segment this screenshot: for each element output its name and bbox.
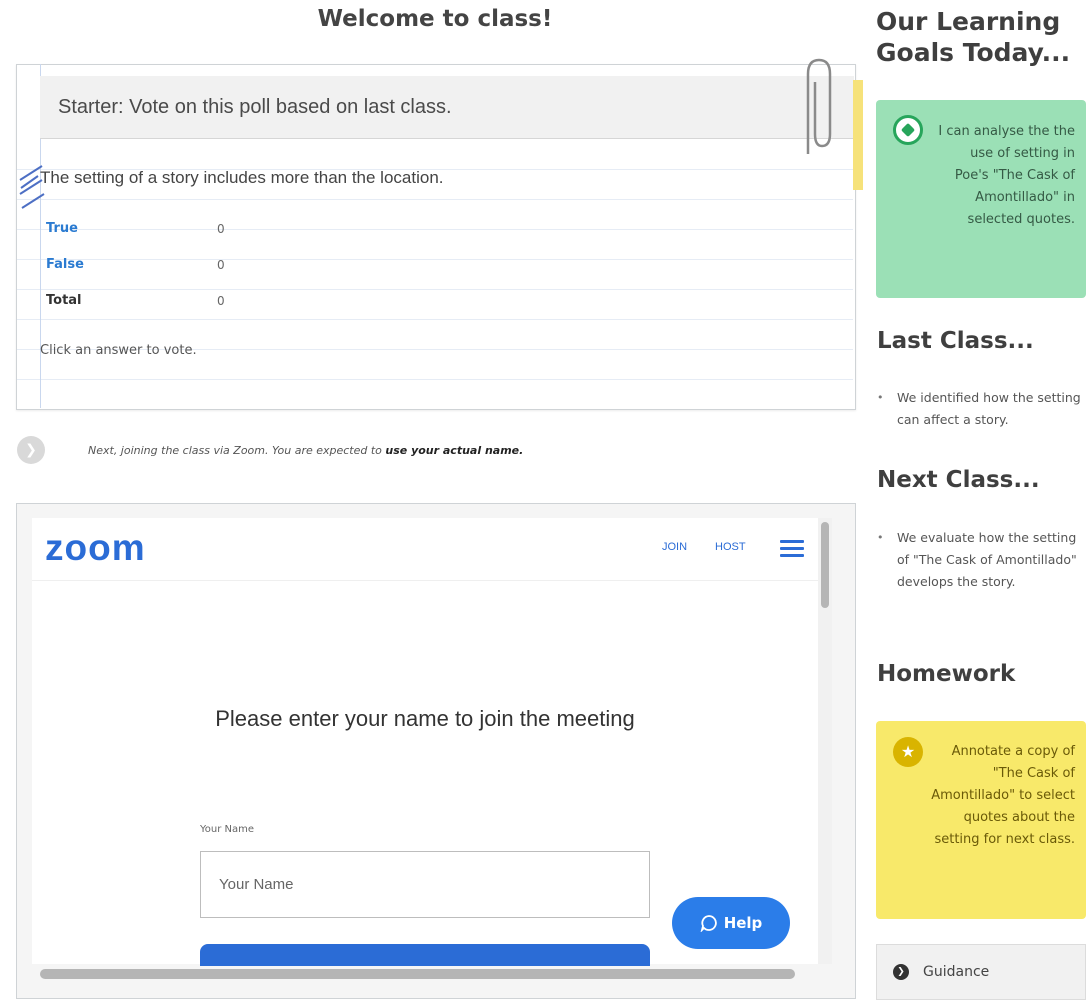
poll-question: The setting of a story includes more tha… (40, 168, 444, 187)
last-class-title: Last Class... (877, 328, 1034, 354)
next-class-title: Next Class... (877, 467, 1040, 493)
next-step-text: Next, joining the class via Zoom. You ar… (88, 444, 523, 457)
goal-cube-icon (893, 115, 923, 145)
poll-total-label: Total (46, 293, 82, 308)
star-icon: ★ (893, 737, 923, 767)
guidance-label: Guidance (923, 964, 990, 980)
learning-goal-text: I can analyse the the use of setting in … (938, 124, 1075, 227)
next-step-text-main: Next, joining the class via Zoom. You ar… (88, 444, 386, 457)
next-class-item: We evaluate how the setting of "The Cask… (877, 527, 1087, 593)
poll-option-false[interactable]: False (46, 257, 84, 272)
poll-option-true[interactable]: True (46, 221, 78, 236)
next-step-emphasis: use your actual name. (385, 444, 524, 457)
poll-count-false: 0 (217, 258, 225, 272)
poll-count-true: 0 (217, 222, 225, 236)
homework-text: Annotate a copy of "The Cask of Amontill… (931, 744, 1075, 847)
help-button[interactable]: Help (672, 897, 790, 949)
vertical-scrollbar-thumb[interactable] (821, 522, 829, 608)
homework-title: Homework (877, 661, 1016, 687)
help-button-label: Help (723, 914, 763, 932)
welcome-title: Welcome to class! (317, 6, 553, 32)
name-input[interactable] (200, 851, 650, 918)
zoom-header-divider (32, 580, 818, 581)
zoom-join-link[interactable]: JOIN (662, 541, 687, 553)
arrow-right-icon: ❯ (17, 436, 45, 464)
next-class-list: We evaluate how the setting of "The Cask… (877, 527, 1087, 593)
learning-goals-title: Our Learning Goals Today... (876, 7, 1071, 67)
name-field-label: Your Name (200, 824, 255, 835)
menu-hamburger-icon[interactable] (780, 540, 804, 558)
poll-total-count: 0 (217, 294, 225, 308)
poll-vote-hint: Click an answer to vote. (40, 343, 197, 358)
chat-bubble-icon (700, 915, 717, 932)
guidance-button[interactable]: ❯ Guidance (876, 944, 1086, 1000)
last-class-item: We identified how the setting can affect… (877, 387, 1087, 431)
horizontal-scrollbar[interactable] (40, 969, 795, 979)
sticky-note-tab (853, 80, 863, 190)
zoom-logo[interactable]: zoom (45, 527, 146, 569)
poll-header-text: Starter: Vote on this poll based on last… (58, 96, 452, 118)
join-meeting-button[interactable] (200, 944, 650, 966)
paperclip-icon (806, 58, 832, 154)
zoom-host-link[interactable]: HOST (715, 541, 746, 553)
zoom-join-heading: Please enter your name to join the meeti… (215, 706, 635, 731)
chevron-right-icon: ❯ (893, 964, 909, 980)
last-class-list: We identified how the setting can affect… (877, 387, 1087, 431)
